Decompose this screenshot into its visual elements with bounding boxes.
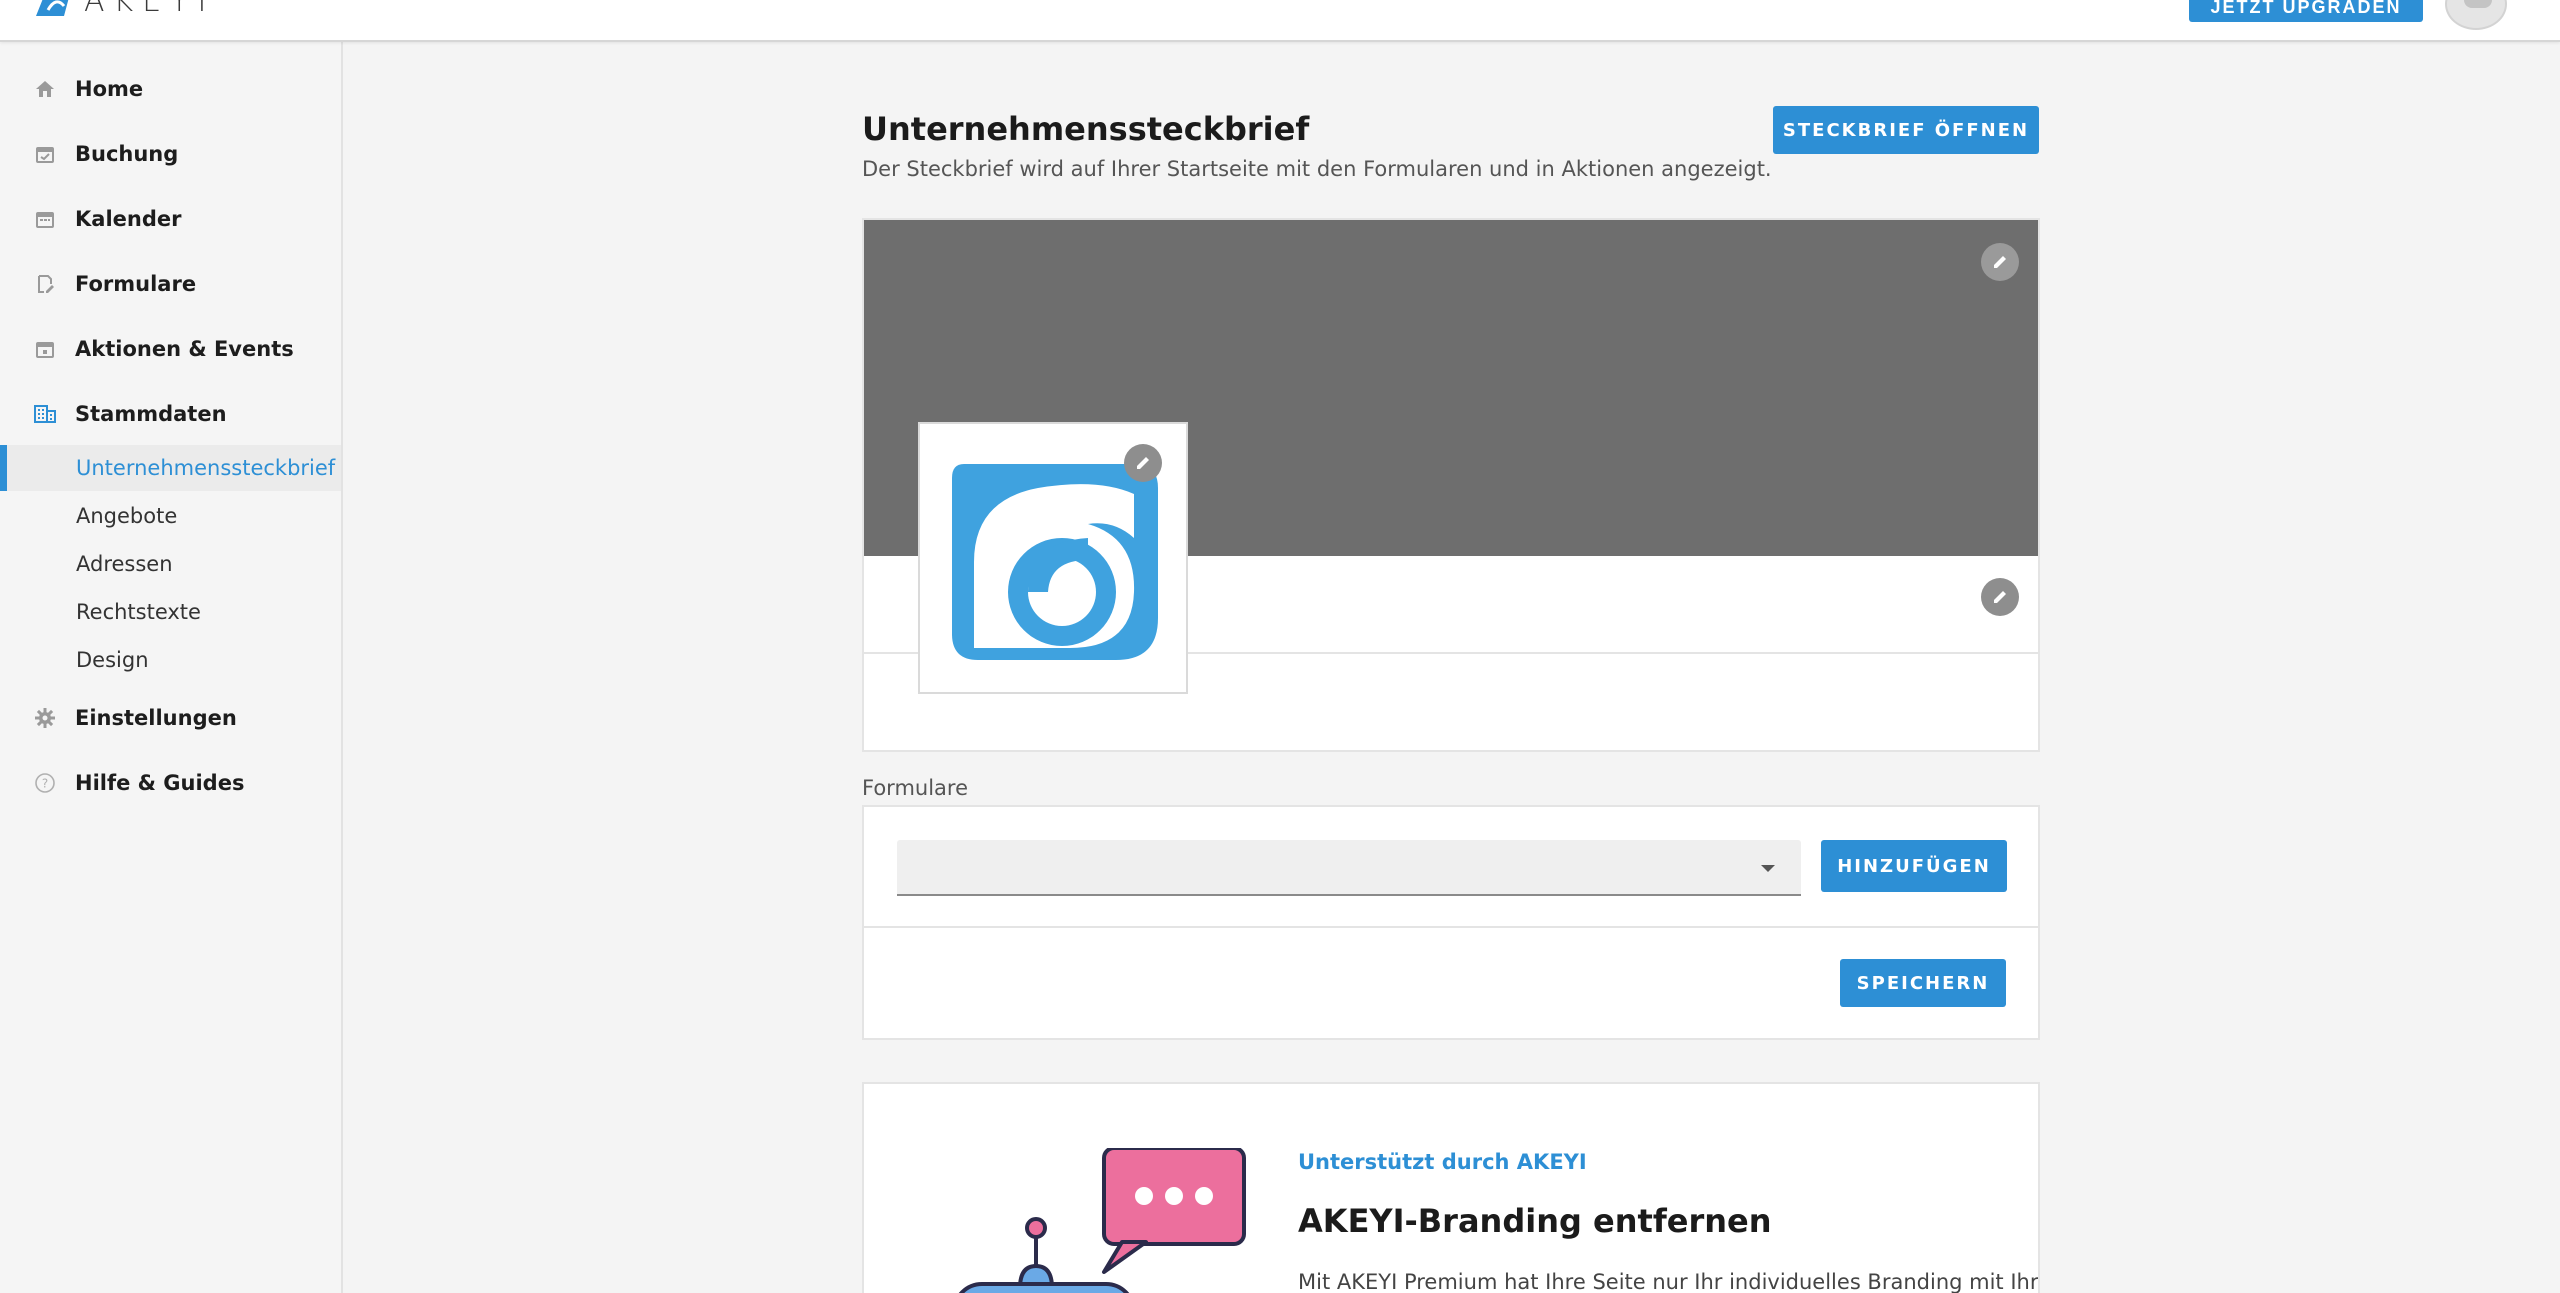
sidebar-item-label: Einstellungen	[75, 706, 237, 730]
akeyi-logo-icon	[36, 0, 69, 16]
company-profile-card	[862, 218, 2040, 752]
sidebar-item-formulare[interactable]: Formulare	[0, 259, 341, 309]
sidebar-subitem-label: Rechtstexte	[76, 600, 201, 624]
sidebar-item-label: Kalender	[75, 207, 182, 231]
avatar[interactable]	[2445, 0, 2507, 30]
sidebar-subitem-rechtstexte[interactable]: Rechtstexte	[0, 589, 341, 635]
sidebar-subitem-label: Angebote	[76, 504, 178, 528]
chatbot-illustration-icon	[958, 1148, 1246, 1293]
sidebar-item-einstellungen[interactable]: Einstellungen	[0, 693, 341, 743]
sidebar-item-hilfe[interactable]: ? Hilfe & Guides	[0, 758, 341, 808]
sidebar-subitem-label: Unternehmenssteckbrief	[76, 456, 336, 480]
building-icon	[33, 402, 57, 426]
form-select[interactable]	[897, 840, 1801, 896]
save-button[interactable]: SPEICHERN	[1840, 959, 2006, 1007]
pencil-icon	[1994, 256, 2006, 268]
sidebar-subitem-label: Design	[76, 648, 149, 672]
sidebar-item-label: Aktionen & Events	[75, 337, 294, 361]
calendar-check-icon	[33, 142, 57, 166]
edit-cover-button[interactable]	[1981, 243, 2019, 281]
edit-logo-button[interactable]	[1124, 444, 1162, 482]
sidebar-item-label: Hilfe & Guides	[75, 771, 245, 795]
promo-tag: Unterstützt durch AKEYI	[1298, 1150, 1587, 1174]
promo-title: AKEYI-Branding entfernen	[1298, 1202, 1772, 1240]
upgrade-button[interactable]: JETZT UPGRADEN	[2189, 0, 2423, 22]
forms-section-label: Formulare	[862, 776, 969, 800]
sidebar-item-kalender[interactable]: Kalender	[0, 194, 341, 244]
page-title: Unternehmenssteckbrief	[862, 110, 1310, 148]
sidebar-subitem-adressen[interactable]: Adressen	[0, 541, 341, 587]
company-logo[interactable]	[918, 422, 1188, 694]
svg-text:?: ?	[42, 777, 48, 791]
forms-divider	[864, 926, 2038, 928]
sidebar-item-label: Buchung	[75, 142, 179, 166]
top-bar: AKEYI JETZT UPGRADEN	[0, 0, 2560, 42]
form-edit-icon	[33, 272, 57, 296]
open-profile-button[interactable]: STECKBRIEF ÖFFNEN	[1773, 106, 2039, 154]
sidebar-item-label: Stammdaten	[75, 402, 227, 426]
help-icon: ?	[33, 771, 57, 795]
page-subtitle: Der Steckbrief wird auf Ihrer Startseite…	[862, 157, 1772, 181]
sidebar-item-home[interactable]: Home	[0, 64, 341, 114]
brand-name: AKEYI	[84, 0, 216, 19]
sidebar-item-aktionen[interactable]: Aktionen & Events	[0, 324, 341, 374]
branding-promo-card: Unterstützt durch AKEYI AKEYI-Branding e…	[862, 1082, 2040, 1293]
add-form-button[interactable]: HINZUFÜGEN	[1821, 840, 2007, 892]
sidebar-subitem-unternehmenssteckbrief[interactable]: Unternehmenssteckbrief	[0, 445, 341, 491]
sidebar-subitem-design[interactable]: Design	[0, 637, 341, 683]
sidebar-item-label: Home	[75, 77, 144, 101]
gear-icon	[33, 706, 57, 730]
sidebar-item-stammdaten[interactable]: Stammdaten	[0, 389, 341, 439]
calendar-icon	[33, 207, 57, 231]
pencil-icon	[1137, 457, 1149, 469]
sidebar-subitem-label: Adressen	[76, 552, 173, 576]
sidebar: Home Buchung Kalender Formulare Aktionen…	[0, 42, 343, 1293]
edit-name-button[interactable]	[1981, 578, 2019, 616]
sidebar-subitem-angebote[interactable]: Angebote	[0, 493, 341, 539]
forms-card: HINZUFÜGEN SPEICHERN	[862, 805, 2040, 1040]
calendar-event-icon	[33, 337, 57, 361]
sidebar-item-label: Formulare	[75, 272, 197, 296]
home-icon	[33, 77, 57, 101]
brand-logo[interactable]: AKEYI	[34, 0, 216, 19]
sidebar-item-buchung[interactable]: Buchung	[0, 129, 341, 179]
caret-down-icon	[1761, 865, 1775, 872]
promo-text: Mit AKEYI Premium hat Ihre Seite nur Ihr…	[1298, 1270, 2040, 1293]
pencil-icon	[1994, 591, 2006, 603]
